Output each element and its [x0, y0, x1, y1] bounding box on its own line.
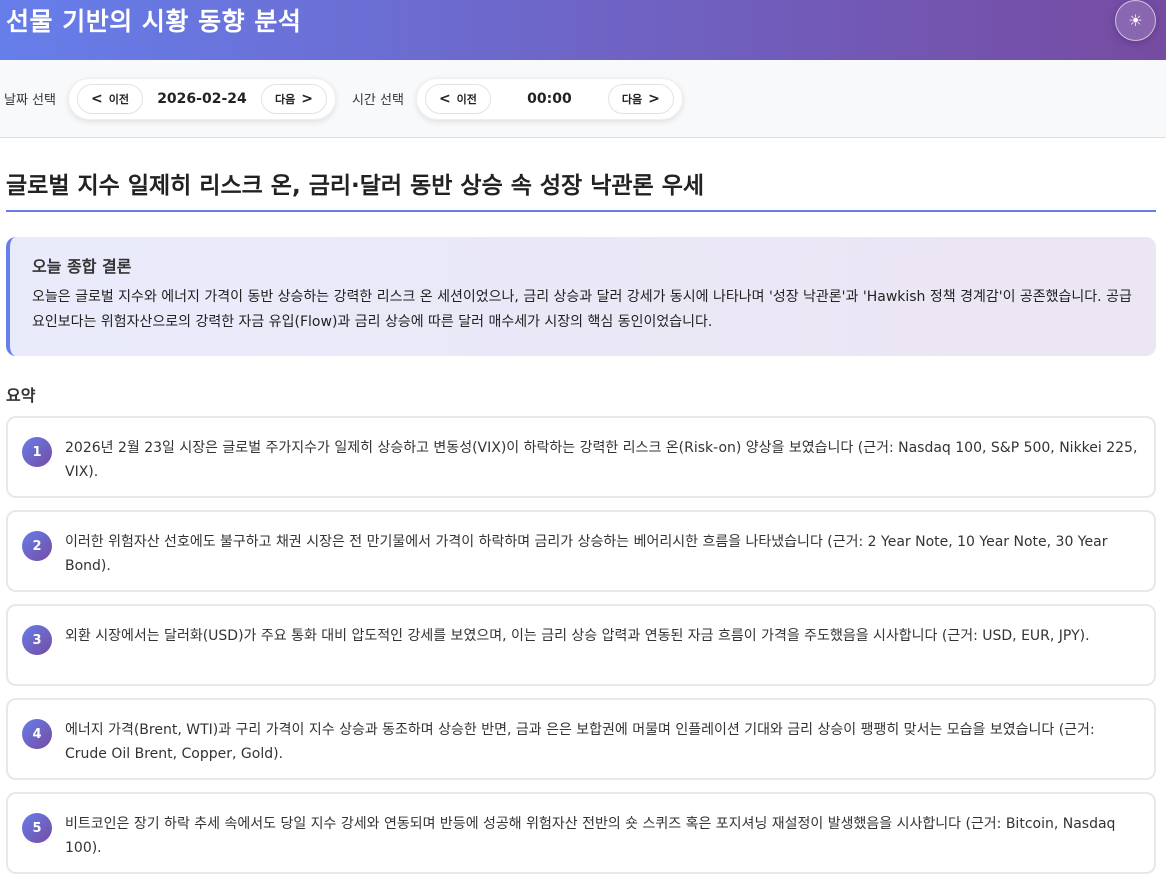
item-number-badge: 4 — [22, 719, 52, 749]
sun-icon: ☀ — [1128, 11, 1143, 30]
item-text: 비트코인은 장기 하락 추세 속에서도 당일 지수 강세와 연동되며 반등에 성… — [65, 816, 1116, 856]
conclusion-text: 오늘은 글로벌 지수와 에너지 가격이 동반 상승하는 강력한 리스크 온 세션… — [32, 289, 1132, 330]
next-label: 다음 — [621, 92, 643, 106]
next-label: 다음 — [274, 92, 296, 106]
chevron-right-icon: > — [301, 90, 313, 107]
date-next-button[interactable]: 다음 > — [260, 83, 327, 114]
summary-item: 3 외환 시장에서는 달러화(USD)가 주요 통화 대비 압도적인 강세를 보였… — [6, 604, 1156, 686]
date-prev-button[interactable]: < 이전 — [76, 83, 143, 114]
summary-item: 4 에너지 가격(Brent, WTI)과 구리 가격이 지수 상승과 동조하며 … — [6, 698, 1156, 780]
summary-title: 요약 — [6, 386, 36, 405]
item-text: 에너지 가격(Brent, WTI)과 구리 가격이 지수 상승과 동조하며 상… — [65, 722, 1095, 762]
time-prev-button[interactable]: < 이전 — [424, 83, 491, 114]
summary-item: 1 2026년 2월 23일 시장은 글로벌 주가지수가 일제히 상승하고 변동성… — [6, 416, 1156, 498]
chevron-right-icon: > — [648, 90, 660, 107]
controls-bar: 날짜 선택 < 이전 2026-02-24 다음 > 시간 선택 < 이전 00:00… — [0, 60, 1166, 138]
theme-toggle-button[interactable]: ☀ — [1115, 0, 1156, 41]
chevron-left-icon: < — [90, 90, 103, 107]
item-number-badge: 5 — [22, 813, 52, 843]
item-number-badge: 3 — [22, 625, 52, 655]
summary-list: 1 2026년 2월 23일 시장은 글로벌 주가지수가 일제히 상승하고 변동성… — [6, 416, 1156, 874]
date-selector: < 이전 2026-02-24 다음 > — [67, 77, 336, 120]
conclusion-box: 오늘 종합 결론 오늘은 글로벌 지수와 에너지 가격이 동반 상승하는 강력한… — [6, 237, 1156, 356]
time-selector: < 이전 00:00 다음 > — [415, 77, 683, 120]
item-number-badge: 2 — [22, 531, 52, 561]
item-number-badge: 1 — [22, 437, 52, 467]
item-text: 이러한 위험자산 선호에도 불구하고 채권 시장은 전 만기물에서 가격이 하락… — [65, 534, 1108, 574]
app-header: 선물 기반의 시황 동향 분석 ☀ — [0, 0, 1166, 60]
app-title: 선물 기반의 시황 동향 분석 — [6, 7, 302, 36]
time-next-button[interactable]: 다음 > — [607, 83, 674, 114]
date-label: 날짜 선택 — [4, 93, 56, 108]
date-value: 2026-02-24 — [157, 90, 247, 107]
time-value: 00:00 — [527, 90, 572, 107]
summary-item: 5 비트코인은 장기 하락 추세 속에서도 당일 지수 강세와 연동되며 반등에 … — [6, 792, 1156, 874]
chevron-left-icon: < — [438, 90, 451, 107]
prev-label: 이전 — [456, 92, 477, 106]
summary-item: 2 이러한 위험자산 선호에도 불구하고 채권 시장은 전 만기물에서 가격이 하… — [6, 510, 1156, 592]
time-label: 시간 선택 — [351, 93, 404, 108]
item-text: 2026년 2월 23일 시장은 글로벌 주가지수가 일제히 상승하고 변동성(… — [65, 440, 1138, 480]
prev-label: 이전 — [108, 92, 129, 106]
page-title: 글로벌 지수 일제히 리스크 온, 금리·달러 동반 상승 속 성장 낙관론 우… — [6, 166, 1156, 212]
conclusion-heading: 오늘 종합 결론 — [32, 257, 132, 276]
item-text: 외환 시장에서는 달러화(USD)가 주요 통화 대비 압도적인 강세를 보였으… — [65, 628, 1090, 644]
